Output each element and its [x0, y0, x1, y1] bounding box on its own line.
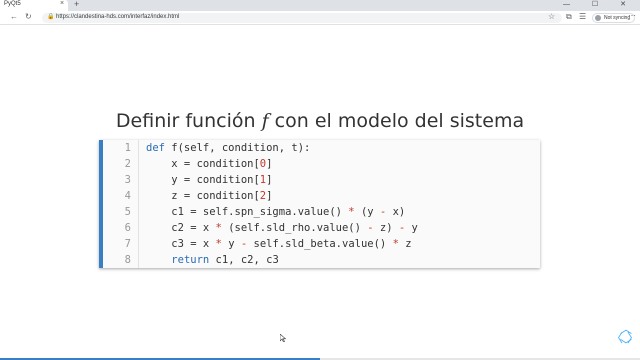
lock-icon[interactable]: 🔒: [47, 13, 54, 20]
line-number: 8: [124, 254, 131, 266]
collections-icon[interactable]: ☰: [579, 12, 586, 21]
code-line: 2 x = condition[0]: [103, 156, 540, 172]
browser-toolbar: ← ↻ 🔒 https://clandestina-hds.com/interf…: [0, 11, 640, 25]
line-number: 5: [124, 206, 131, 218]
line-number: 2: [124, 158, 131, 170]
code-line: 3 y = condition[1]: [103, 172, 540, 188]
avatar-icon: [595, 15, 601, 21]
code-text: y = condition[1]: [146, 174, 273, 186]
code-text: def f(self, condition, t):: [146, 142, 311, 154]
line-number: 6: [124, 222, 131, 234]
line-number: 1: [124, 142, 131, 154]
code-text: c2 = x * (self.sld_rho.value() - z) - y: [146, 222, 418, 234]
close-tab-icon[interactable]: ×: [60, 0, 64, 7]
code-line: 8 return c1, c2, c3: [103, 252, 540, 268]
line-number: 7: [124, 238, 131, 250]
title-prefix: Definir función: [115, 110, 256, 132]
extensions-icon[interactable]: ⧉: [566, 12, 572, 22]
star-icon[interactable]: ☆: [548, 12, 555, 21]
slide-title: Definir función f con el modelo del sist…: [0, 110, 640, 132]
mouse-cursor-icon: [280, 334, 286, 342]
code-line: 4 z = condition[2]: [103, 188, 540, 204]
line-number: 3: [124, 174, 131, 186]
menu-icon[interactable]: ⋯: [628, 11, 636, 20]
code-block: 1 def f(self, condition, t): 2 x = conditi…: [99, 140, 540, 268]
address-bar[interactable]: 🔒 https://clandestina-hds.com/interfaz/i…: [42, 13, 562, 23]
code-text: return c1, c2, c3: [171, 254, 279, 266]
back-arrow-icon[interactable]: ←: [10, 12, 18, 21]
tab-title: PyQt5: [4, 1, 21, 7]
window-controls[interactable]: — ☐ ✕: [563, 0, 636, 8]
browser-tab[interactable]: PyQt5 ×: [0, 0, 68, 11]
url-text: https://clandestina-hds.com/interfaz/ind…: [56, 14, 180, 20]
line-number: 4: [124, 190, 131, 202]
new-tab-button[interactable]: +: [74, 0, 79, 9]
title-function-name: f: [261, 110, 269, 132]
sync-label: Not syncing: [604, 15, 631, 21]
code-text: c1 = self.spn_sigma.value() * (y - x): [146, 206, 406, 218]
code-line: 1 def f(self, condition, t):: [103, 140, 540, 156]
nav-down-arrow-icon[interactable]: ﹀: [620, 336, 632, 353]
code-line: 5 c1 = self.spn_sigma.value() * (y - x): [103, 204, 540, 220]
slide-navigation: ︿ 〈 〉 ﹀: [611, 322, 639, 352]
code-text: x = condition[0]: [146, 158, 273, 170]
reload-icon[interactable]: ↻: [25, 12, 32, 21]
code-text: z = condition[2]: [146, 190, 273, 202]
tab-strip: PyQt5 × + — ☐ ✕: [0, 0, 640, 11]
code-line: 6 c2 = x * (self.sld_rho.value() - z) - …: [103, 220, 540, 236]
title-suffix: con el modelo del sistema: [274, 110, 525, 132]
code-line: 7 c3 = x * y - self.sld_beta.value() * z: [103, 236, 540, 252]
code-text: c3 = x * y - self.sld_beta.value() * z: [146, 238, 412, 250]
